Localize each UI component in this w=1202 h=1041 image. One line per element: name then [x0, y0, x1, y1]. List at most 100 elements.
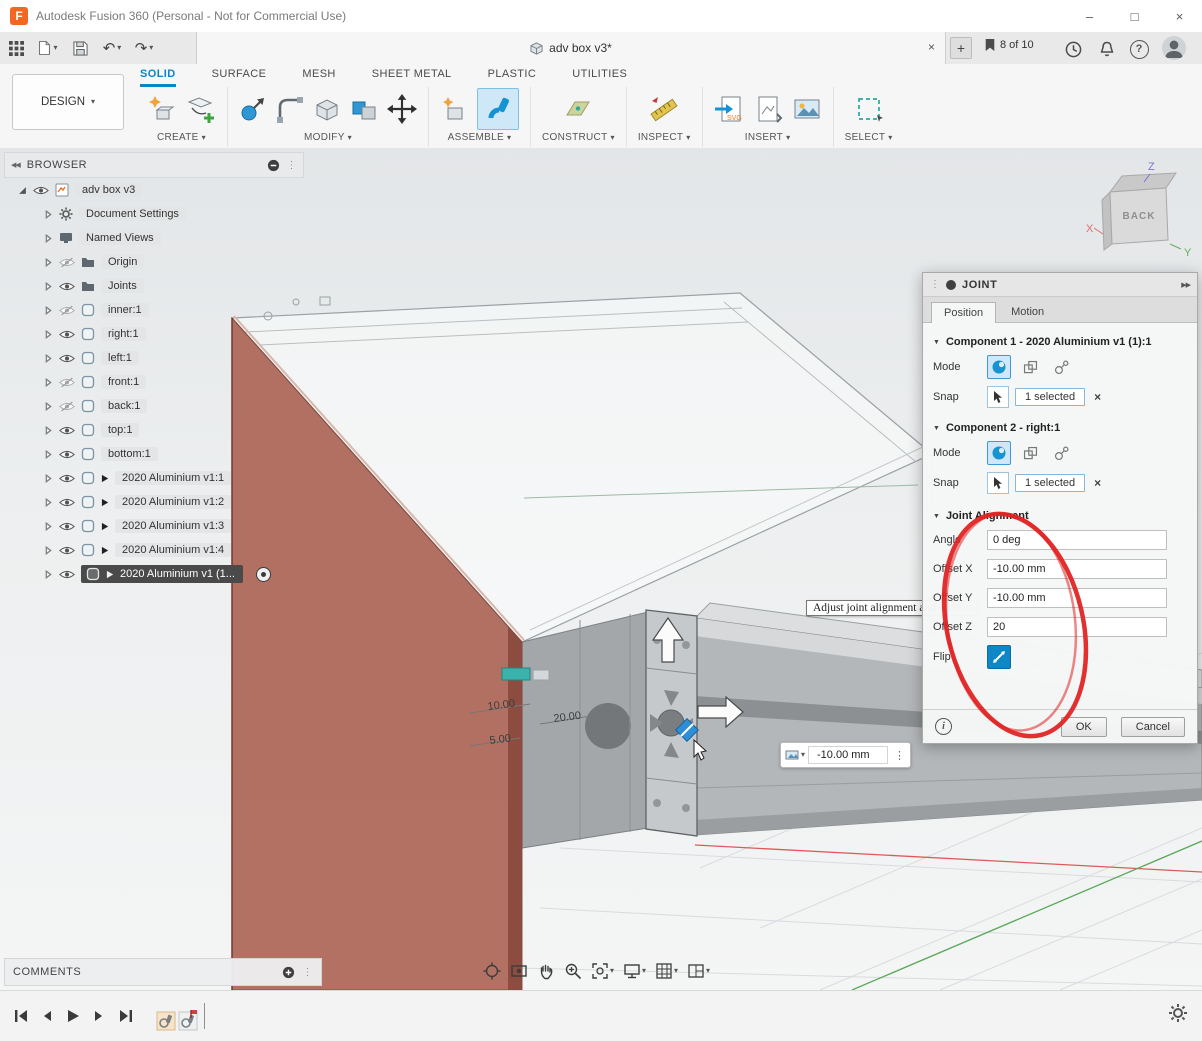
insert-menu[interactable]: INSERT▾ — [745, 132, 791, 143]
browser-item-label[interactable]: right:1 — [101, 327, 146, 341]
visibility-eye-off-icon[interactable] — [59, 305, 76, 316]
browser-item-label[interactable]: Named Views — [79, 231, 161, 245]
browser-item-document-settings[interactable]: Document Settings — [4, 202, 304, 226]
expand-icon[interactable] — [44, 498, 54, 507]
browser-item-label[interactable]: Origin — [101, 255, 144, 269]
step-back-button[interactable] — [34, 1003, 60, 1029]
expand-icon[interactable] — [44, 234, 54, 243]
document-tab[interactable]: adv box v3* × — [196, 32, 946, 64]
timeline-joint-marker-flagged[interactable] — [178, 1009, 198, 1031]
browser-item-inner[interactable]: inner:1 — [4, 298, 304, 322]
tab-utilities[interactable]: UTILITIES — [572, 68, 627, 87]
joint-tool-active[interactable] — [477, 88, 519, 130]
combine-icon[interactable] — [350, 95, 378, 123]
timeline-joint-marker[interactable] — [156, 1009, 176, 1031]
mode-planar-icon[interactable] — [1018, 355, 1042, 379]
expand-panel-icon[interactable]: ▶▶ — [1181, 281, 1190, 289]
job-status-badge[interactable]: 8 of 10 — [984, 38, 1034, 52]
visibility-eye-off-icon[interactable] — [59, 401, 76, 412]
drag-grip-icon[interactable]: ⋮ — [303, 967, 314, 978]
more-options-icon[interactable]: ⋮ — [891, 749, 908, 762]
view-cube[interactable]: BACK Z X Y — [1084, 160, 1199, 262]
browser-item-label[interactable]: inner:1 — [101, 303, 149, 317]
selected-row-highlight[interactable]: 2020 Aluminium v1 (1... — [81, 565, 243, 583]
visibility-eye-icon[interactable] — [59, 545, 76, 556]
expand-icon[interactable] — [44, 282, 54, 291]
browser-item-label[interactable]: adv box v3 — [75, 183, 142, 197]
mode-motion-icon[interactable] — [1049, 441, 1073, 465]
browser-header[interactable]: ◀◀ BROWSER ⋮ — [4, 152, 304, 178]
browser-item-aluminium-2[interactable]: 2020 Aluminium v1:2 — [4, 490, 304, 514]
browser-item-named-views[interactable]: Named Views — [4, 226, 304, 250]
expand-icon[interactable] — [44, 258, 54, 267]
visibility-eye-icon[interactable] — [59, 449, 76, 460]
settings-gear-icon[interactable] — [1168, 1003, 1188, 1023]
browser-item-label[interactable]: bottom:1 — [101, 447, 158, 461]
display-settings-icon[interactable]: ▾ — [620, 960, 649, 982]
tab-position[interactable]: Position — [931, 302, 996, 323]
go-to-start-button[interactable] — [8, 1003, 34, 1029]
add-comment-icon[interactable] — [282, 966, 295, 979]
save-button[interactable] — [64, 35, 96, 61]
browser-item-front[interactable]: front:1 — [4, 370, 304, 394]
visibility-eye-icon[interactable] — [59, 353, 76, 364]
offset-y-input[interactable] — [987, 588, 1167, 608]
visibility-eye-icon[interactable] — [59, 281, 76, 292]
visibility-eye-icon[interactable] — [59, 497, 76, 508]
beam-hidden-section[interactable] — [522, 612, 648, 848]
browser-item-label[interactable]: Joints — [101, 279, 144, 293]
app-grid-icon[interactable] — [0, 35, 32, 61]
mode-simple-icon[interactable] — [987, 355, 1011, 379]
play-button[interactable] — [60, 1003, 86, 1029]
browser-item-label[interactable]: 2020 Aluminium v1 (1... — [120, 568, 235, 580]
press-pull-icon[interactable] — [239, 95, 267, 123]
new-component-icon[interactable] — [440, 95, 468, 123]
drag-grip-icon[interactable]: ⋮ — [287, 160, 298, 171]
browser-item-aluminium-5-selected[interactable]: 2020 Aluminium v1 (1... — [4, 562, 304, 586]
browser-item-label[interactable]: top:1 — [101, 423, 139, 437]
select-tool-icon[interactable] — [855, 95, 883, 123]
collapse-panel-icon[interactable]: ◀◀ — [11, 161, 20, 169]
move-copy-icon[interactable] — [387, 94, 417, 124]
browser-item-origin[interactable]: Origin — [4, 250, 304, 274]
browser-item-top[interactable]: top:1 — [4, 418, 304, 442]
visibility-eye-off-icon[interactable] — [59, 257, 76, 268]
expand-icon[interactable] — [44, 210, 54, 219]
angle-input[interactable] — [987, 530, 1167, 550]
close-button[interactable]: × — [1157, 1, 1202, 32]
fit-view-icon[interactable]: ▾ — [588, 960, 617, 982]
expand-icon[interactable] — [44, 330, 54, 339]
flip-button[interactable] — [987, 645, 1011, 669]
expand-icon[interactable] — [44, 450, 54, 459]
floating-offset-toolbar[interactable]: ▾ -10.00 mm ⋮ — [780, 742, 911, 768]
clear-selection-icon[interactable]: × — [1094, 476, 1101, 490]
browser-item-left[interactable]: left:1 — [4, 346, 304, 370]
comments-bar[interactable]: COMMENTS ⋮ — [4, 958, 322, 986]
mode-motion-icon[interactable] — [1049, 355, 1073, 379]
drag-grip-icon[interactable]: ⋮ — [930, 279, 940, 290]
expand-icon[interactable] — [44, 426, 54, 435]
go-to-end-button[interactable] — [112, 1003, 138, 1029]
expand-icon[interactable] — [44, 354, 54, 363]
create-sketch-icon[interactable] — [186, 94, 216, 124]
browser-item-label[interactable]: front:1 — [101, 375, 146, 389]
ok-button[interactable]: OK — [1061, 717, 1107, 737]
avatar[interactable] — [1162, 36, 1186, 60]
new-form-icon[interactable] — [147, 94, 177, 124]
pan-icon[interactable] — [534, 960, 558, 982]
viewports-icon[interactable]: ▾ — [684, 960, 713, 982]
visibility-eye-icon[interactable] — [59, 329, 76, 340]
offset-x-input[interactable] — [987, 559, 1167, 579]
mode-simple-icon[interactable] — [987, 441, 1011, 465]
shell-icon[interactable] — [313, 95, 341, 123]
minimize-button[interactable]: – — [1067, 1, 1112, 32]
browser-item-aluminium-1[interactable]: 2020 Aluminium v1:1 — [4, 466, 304, 490]
fillet-icon[interactable] — [276, 95, 304, 123]
browser-item-label[interactable]: 2020 Aluminium v1:2 — [115, 495, 231, 509]
browser-item-aluminium-3[interactable]: 2020 Aluminium v1:3 — [4, 514, 304, 538]
maximize-button[interactable]: □ — [1112, 1, 1157, 32]
browser-item-joints[interactable]: Joints — [4, 274, 304, 298]
info-icon[interactable]: i — [935, 718, 952, 735]
cancel-button[interactable]: Cancel — [1121, 717, 1185, 737]
browser-item-label[interactable]: back:1 — [101, 399, 147, 413]
